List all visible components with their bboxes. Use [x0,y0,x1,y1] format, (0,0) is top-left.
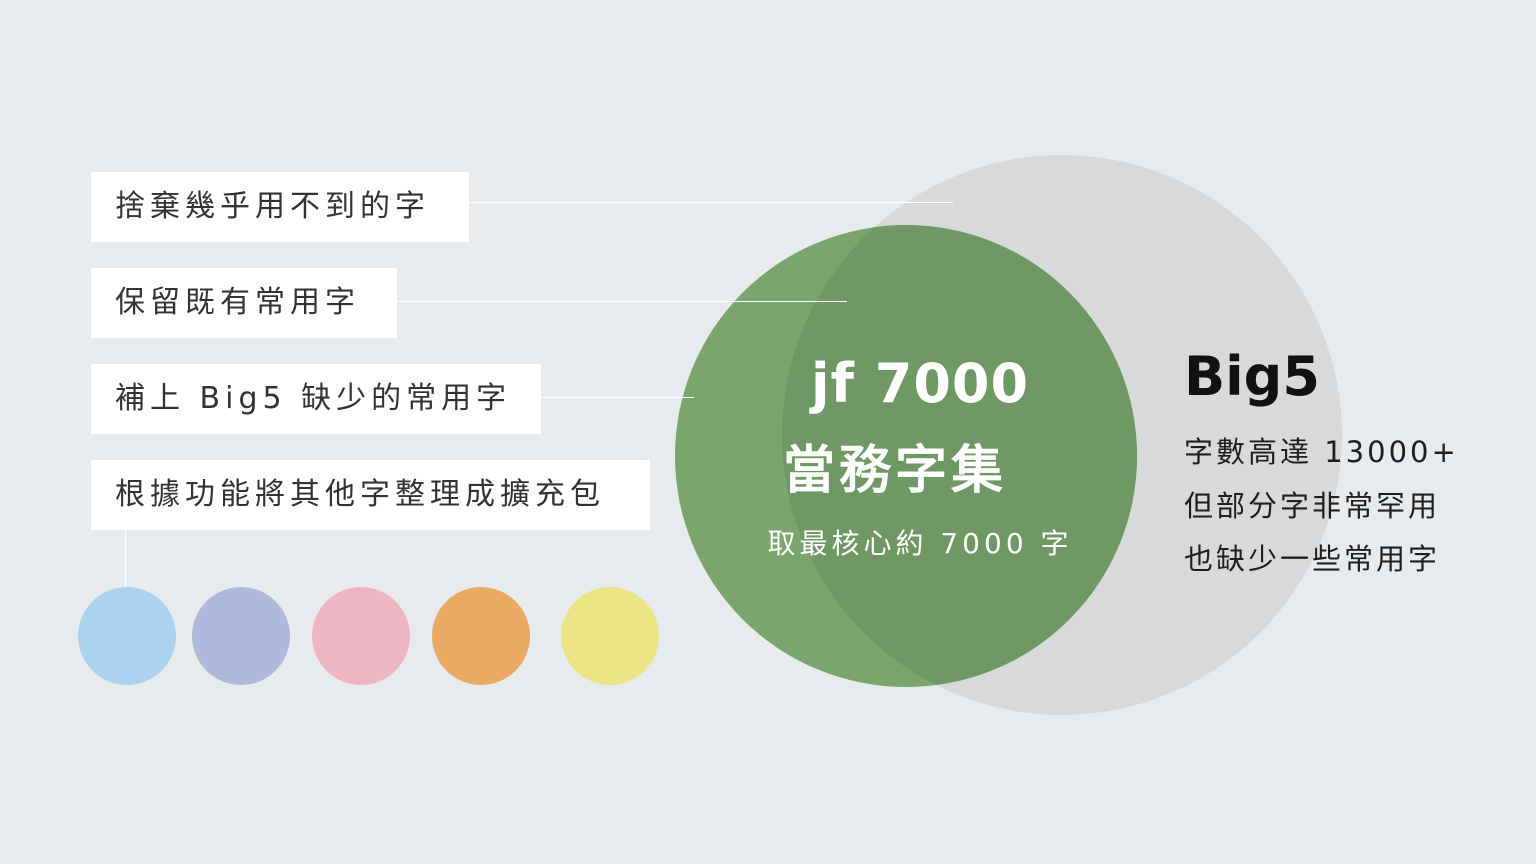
expansion-pack-dot [561,587,659,685]
jf7000-title: jf 7000 [810,352,1030,415]
big5-description-line: 但部分字非常罕用 [1184,489,1441,523]
jf7000-subtitle: 當務字集 [782,441,1007,501]
callout-label-supplement: 補上 Big5 缺少的常用字 [91,364,541,434]
leader-line-supplement [541,397,694,398]
callout-label-discard: 捨棄幾乎用不到的字 [91,172,469,242]
callout-label-keep: 保留既有常用字 [91,268,397,338]
callout-label-expansion: 根據功能將其他字整理成擴充包 [91,460,650,530]
big5-description-line: 字數高達 13000+ [1184,435,1459,469]
jf7000-description: 取最核心約 7000 字 [767,527,1073,560]
expansion-pack-dot [192,587,290,685]
expansion-pack-dot [312,587,410,685]
leader-line-keep [397,301,847,302]
expansion-pack-dot [78,587,176,685]
expansion-pack-dot [432,587,530,685]
big5-description-line: 也缺少一些常用字 [1184,542,1441,576]
leader-line-discard [469,202,953,203]
big5-title: Big5 [1184,345,1320,408]
